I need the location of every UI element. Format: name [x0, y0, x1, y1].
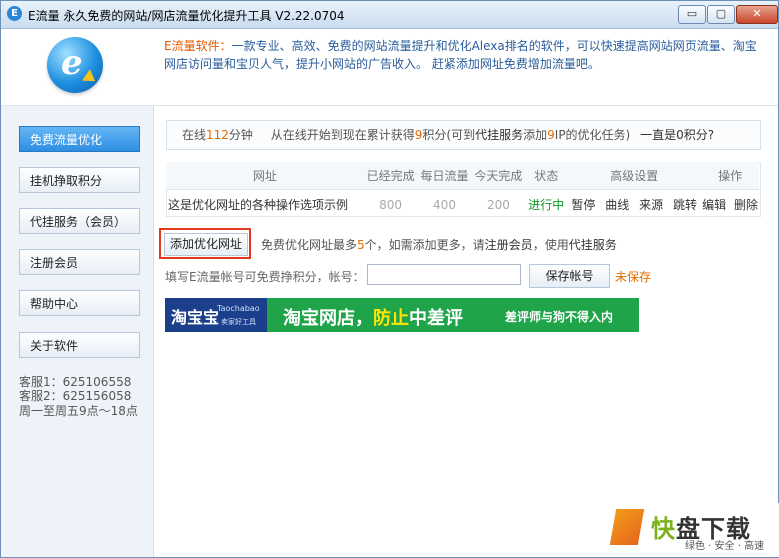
- pause-link[interactable]: 暂停: [571, 198, 595, 212]
- add-url-highlight: 添加优化网址: [159, 228, 251, 259]
- intro-body: 一款专业、高效、免费的网站流量提升和优化Alexa排名的软件，可以快速提高网站网…: [164, 39, 757, 71]
- sidebar-item-register[interactable]: 注册会员: [19, 249, 140, 275]
- title-bar[interactable]: E E流量 永久免费的网站/网店流量优化提升工具 V2.22.0704 ▭ ▢ …: [1, 1, 778, 29]
- register-link[interactable]: 注册会员: [485, 238, 533, 252]
- info-add: 添加: [523, 128, 548, 142]
- maximize-button[interactable]: ▢: [707, 5, 735, 24]
- col-today: 今天完成: [471, 162, 526, 190]
- zero-points-suffix: 0积分?: [676, 128, 715, 142]
- col-status: 状态: [525, 162, 568, 190]
- banner-headline-highlight: 防止: [373, 308, 409, 329]
- table-row: 这是优化网址的各种操作选项示例 800 400 200 进行中 暂停 曲线 来源…: [166, 190, 759, 220]
- main-window: E E流量 永久免费的网站/网店流量优化提升工具 V2.22.0704 ▭ ▢ …: [0, 0, 779, 558]
- edit-link[interactable]: 编辑: [702, 198, 726, 212]
- sidebar-item-earn-points[interactable]: 挂机挣取积分: [19, 167, 140, 193]
- service-hours: 周一至周五9点～18点: [19, 404, 138, 418]
- add-note-1: 免费优化网址最多: [261, 238, 358, 252]
- banner-logo-tag: 卖家好工具: [221, 318, 256, 326]
- close-button[interactable]: ✕: [736, 5, 778, 24]
- sidebar-item-about[interactable]: 关于软件: [19, 332, 140, 358]
- col-daily: 每日流量: [417, 162, 472, 190]
- info-minutes-unit: 分钟: [228, 128, 253, 142]
- sidebar-item-help[interactable]: 帮助中心: [19, 290, 140, 316]
- ad-banner[interactable]: 淘宝宝 Taochabao 卖家好工具 淘宝网店，防止中差评 差评师与狗不得入内: [165, 298, 639, 332]
- info-points-unit: 积分(可到: [422, 128, 476, 142]
- source-link[interactable]: 来源: [633, 198, 663, 212]
- add-url-button[interactable]: 添加优化网址: [164, 233, 248, 256]
- zero-points-prefix: 一直是: [640, 128, 677, 142]
- col-settings: 高级设置: [567, 162, 702, 190]
- logo-arrow-icon: [81, 69, 100, 87]
- minimize-button[interactable]: ▭: [678, 5, 706, 24]
- banner-logo: 淘宝宝: [171, 308, 220, 327]
- logo-letter: e: [61, 43, 83, 83]
- col-url: 网址: [166, 162, 364, 190]
- watermark-sub: 绿色 · 安全 · 高速: [685, 541, 765, 552]
- save-account-button[interactable]: 保存帐号: [529, 264, 610, 288]
- banner-headline-1: 淘宝网店，: [283, 308, 373, 329]
- intro-text: E流量软件：一款专业、高效、免费的网站流量提升和优化Alexa排名的软件，可以快…: [164, 37, 764, 73]
- info-ip-task: IP的优化任务): [554, 128, 631, 142]
- sidebar-item-hosting-service[interactable]: 代挂服务（会员）: [19, 208, 140, 234]
- col-ops: 操作: [701, 162, 759, 190]
- row-daily: 400: [433, 197, 456, 212]
- add-note-2: 个，如需添加更多，请: [364, 238, 485, 252]
- zero-points-link[interactable]: 一直是0积分?: [634, 128, 714, 142]
- banner-logo-en: Taochabao: [217, 304, 260, 313]
- table-header-row: 网址 已经完成 每日流量 今天完成 状态 高级设置 操作: [166, 162, 759, 190]
- info-prefix: 在线: [182, 128, 207, 142]
- banner-headline: 淘宝网店，防止中差评: [283, 304, 463, 330]
- save-status: 未保存: [615, 270, 652, 284]
- add-url-note: 免费优化网址最多5个，如需添加更多，请注册会员，使用代挂服务: [261, 236, 617, 253]
- online-minutes: 112: [206, 128, 229, 142]
- redirect-link[interactable]: 跳转: [667, 198, 697, 212]
- hosting-service-link[interactable]: 代挂服务: [475, 128, 523, 142]
- watermark-logo-icon: [609, 509, 645, 545]
- sidebar: 免费流量优化 挂机挣取积分 代挂服务（会员） 注册会员 帮助中心 关于软件 客服…: [1, 106, 154, 557]
- row-today: 200: [486, 197, 510, 212]
- add-note-3: ，使用: [532, 238, 569, 252]
- app-icon: E: [7, 6, 22, 21]
- banner-logo-block: 淘宝宝 Taochabao 卖家好工具: [165, 298, 267, 332]
- delete-link[interactable]: 删除: [730, 198, 758, 212]
- online-info-bar: 在线112分钟 从在线开始到现在累计获得9积分(可到代挂服务添加9IP的优化任务…: [166, 120, 761, 150]
- app-logo: e: [47, 37, 103, 93]
- curve-link[interactable]: 曲线: [599, 198, 629, 212]
- row-settings: 暂停 曲线 来源 跳转: [567, 190, 701, 220]
- watermark-title-a: 快: [651, 515, 676, 543]
- col-completed: 已经完成: [363, 162, 418, 190]
- service-link[interactable]: 代挂服务: [569, 238, 617, 252]
- info-accumulated: 从在线开始到现在累计获得: [270, 128, 415, 142]
- account-input[interactable]: [367, 264, 521, 285]
- banner-headline-2: 中差评: [409, 308, 463, 329]
- header: e E流量软件：一款专业、高效、免费的网站流量提升和优化Alexa排名的软件，可…: [1, 29, 778, 106]
- max-free-urls: 5: [357, 238, 365, 252]
- site-watermark: 快盘下载 绿色 · 安全 · 高速: [609, 503, 779, 557]
- url-table: 网址 已经完成 每日流量 今天完成 状态 高级设置 操作 这是优化网址的各种操作…: [166, 162, 759, 219]
- sidebar-item-free-optimize[interactable]: 免费流量优化: [19, 126, 140, 152]
- ip-count: 9: [547, 128, 555, 142]
- account-label: 填写E流量帐号可免费挣积分，帐号：: [165, 270, 365, 284]
- row-completed: 800: [379, 197, 403, 212]
- banner-slogan: 差评师与狗不得入内: [505, 310, 614, 324]
- row-status: 进行中: [528, 198, 565, 212]
- intro-brand: E流量软件：: [164, 39, 232, 53]
- row-ops: 编辑 删除: [701, 190, 759, 220]
- row-url: 这是优化网址的各种操作选项示例: [168, 198, 349, 212]
- window-title: E流量 永久免费的网站/网店流量优化提升工具 V2.22.0704: [28, 9, 345, 23]
